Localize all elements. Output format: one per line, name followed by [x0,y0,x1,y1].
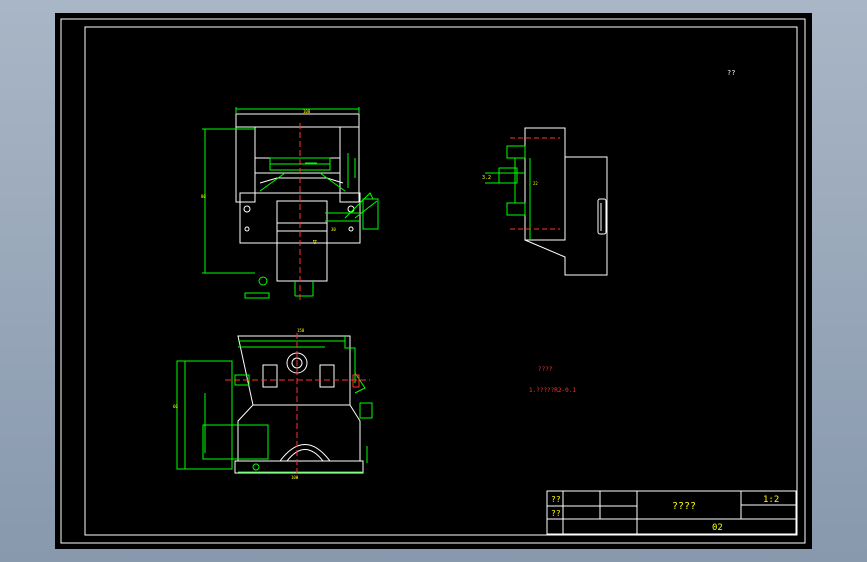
svg-text:150: 150 [297,328,305,333]
drawing-scale: 1:2 [763,495,779,505]
svg-text:60: 60 [173,404,178,409]
svg-text:3.2: 3.2 [482,175,491,181]
cad-drawing: ?? 100 80 30 ∇ 3.2 22 150 60 100 ???? 1.… [60,18,806,544]
svg-text:22: 22 [533,181,538,186]
svg-text:100: 100 [303,109,311,114]
svg-text:∇: ∇ [312,239,317,246]
svg-text:30: 30 [331,227,336,232]
svg-text:80: 80 [201,194,206,199]
note-line-2: 1.?????R2-0.1 [529,387,576,394]
top-plate [235,113,360,128]
drawing-sheet: ?? 100 80 30 ∇ 3.2 22 150 60 100 ???? 1.… [55,13,812,549]
outer-frame [60,18,806,544]
title-cell-2: ?? [551,509,561,518]
note-line-1: ???? [538,366,553,373]
side-view: 3.2 22 [482,127,608,276]
bottom-view: 150 60 100 [173,328,373,480]
title-block: ?? ?? ???? 1:2 02 [546,490,797,535]
corner-note: ?? [727,69,735,77]
title-cell-1: ?? [551,495,561,504]
drawing-name: ???? [672,501,696,512]
front-view: 100 80 30 ∇ [201,107,379,303]
drawing-number: 02 [712,523,723,533]
svg-text:100: 100 [291,475,299,480]
inner-frame [84,26,798,536]
